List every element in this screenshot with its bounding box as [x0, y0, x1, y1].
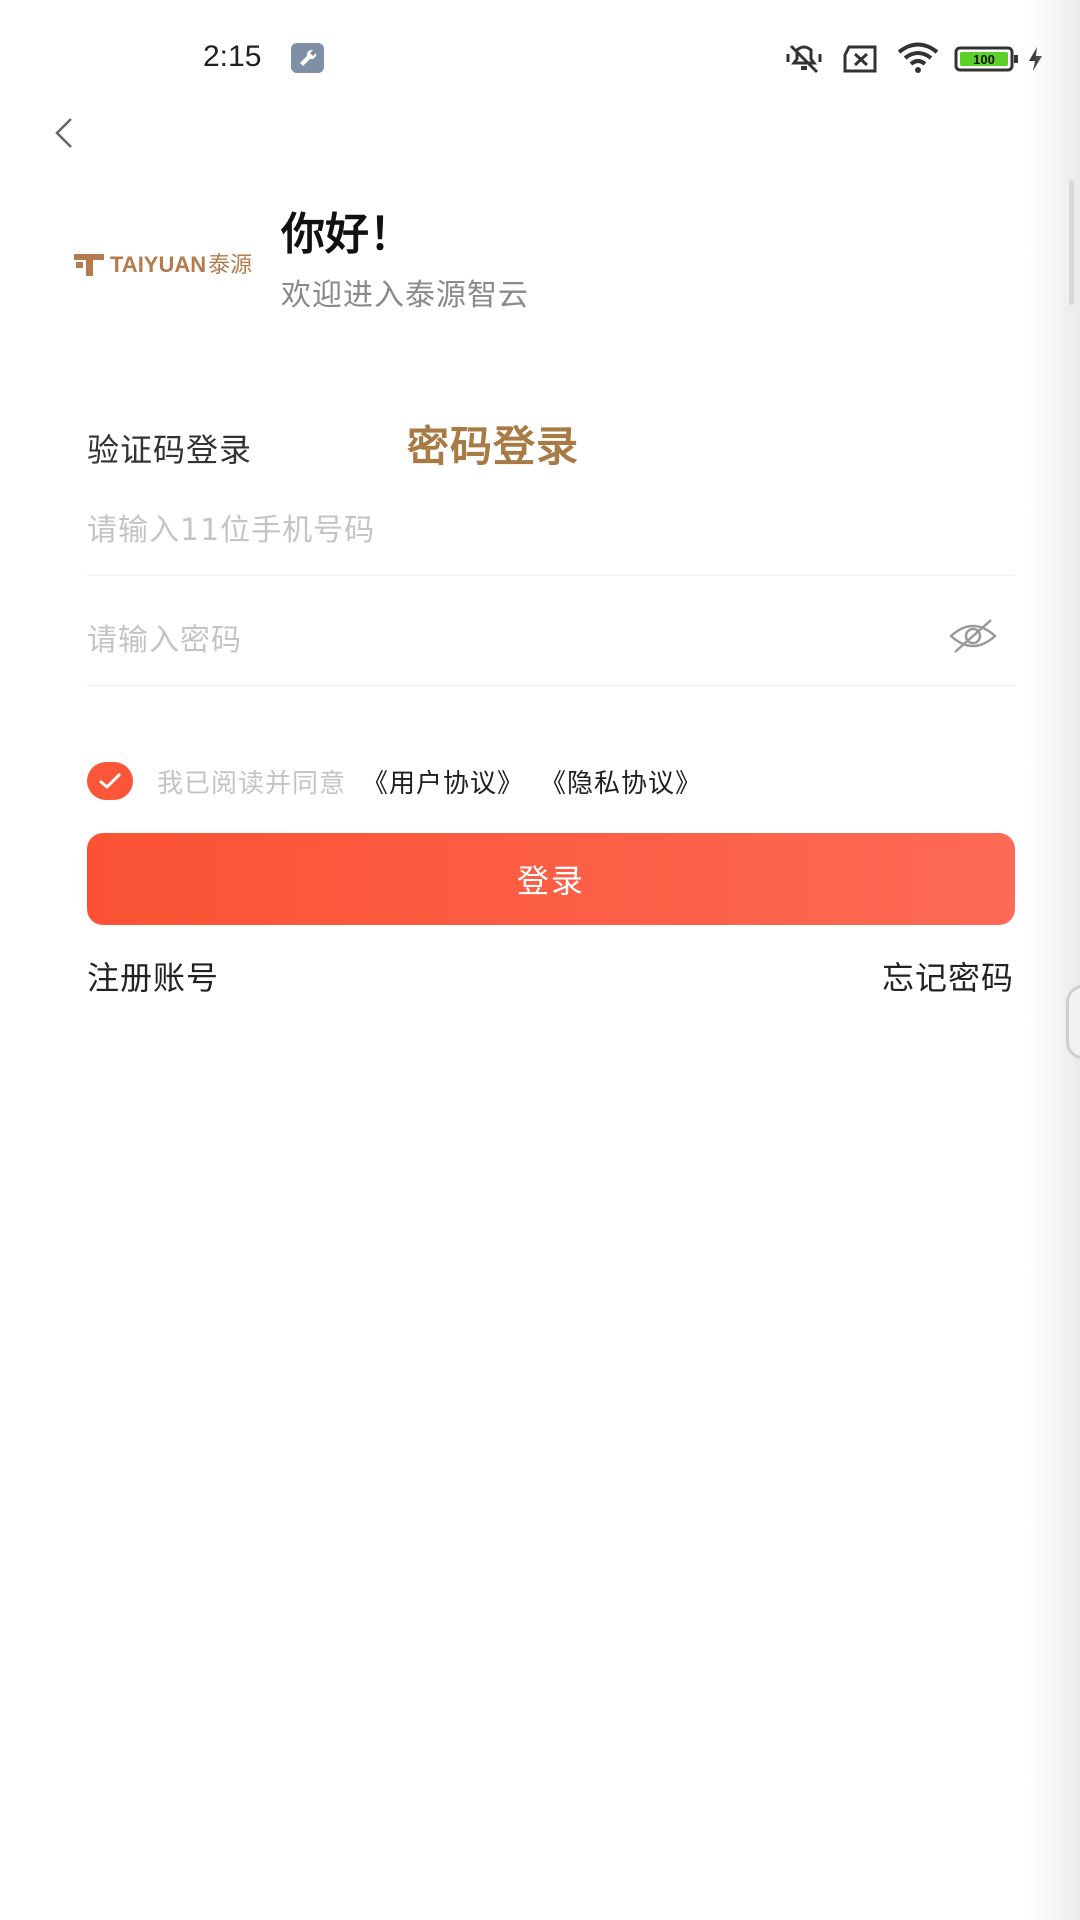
mute-icon	[786, 44, 822, 74]
scrollbar[interactable]	[1069, 180, 1074, 305]
register-link[interactable]: 注册账号	[87, 956, 219, 1000]
brand-name: TAIYUAN泰源	[110, 252, 252, 278]
no-sim-icon	[843, 45, 877, 73]
status-icons: 100	[780, 40, 1050, 76]
phone-field	[87, 500, 1015, 576]
login-button[interactable]: 登录	[87, 833, 1015, 925]
side-gesture-handle[interactable]	[1066, 985, 1080, 1059]
chevron-left-icon	[55, 118, 72, 148]
eye-off-icon	[949, 619, 997, 653]
password-input[interactable]	[87, 610, 907, 670]
battery-level: 100	[973, 52, 995, 67]
brand-name-cn: 泰源	[208, 252, 253, 277]
page-title: 你好！	[281, 209, 413, 260]
status-time: 2:15	[203, 40, 262, 73]
tab-sms-login[interactable]: 验证码登录	[87, 428, 252, 472]
agreement-checkbox[interactable]	[87, 762, 133, 800]
battery-icon: 100	[954, 46, 1018, 72]
forgot-password-link[interactable]: 忘记密码	[882, 956, 1014, 1000]
password-field	[87, 600, 1015, 686]
wrench-icon	[291, 43, 324, 73]
wifi-icon	[897, 42, 939, 73]
checkmark-icon	[99, 772, 122, 790]
brand-name-latin: TAIYUAN	[110, 252, 207, 277]
charging-icon	[1029, 47, 1042, 71]
login-screen: 2:15 100 TAIYUAN泰源 你好！ 欢迎进入泰源智云 验证码登录 密码…	[0, 0, 1080, 1920]
page-subtitle: 欢迎进入泰源智云	[281, 278, 529, 313]
status-bar: 2:15 100	[0, 0, 1080, 110]
password-visibility-toggle[interactable]	[945, 608, 1001, 664]
agreement-row: 我已阅读并同意 《用户协议》 《隐私协议》	[87, 760, 718, 802]
agreement-text: 我已阅读并同意	[157, 768, 347, 799]
privacy-agreement-link[interactable]: 《隐私协议》	[540, 763, 702, 800]
login-tabs: 验证码登录 密码登录	[87, 418, 1007, 478]
brand-mark-icon	[74, 252, 106, 278]
tab-password-login[interactable]: 密码登录	[407, 418, 579, 476]
phone-input[interactable]	[87, 500, 907, 560]
back-button[interactable]	[40, 108, 90, 158]
user-agreement-link[interactable]: 《用户协议》	[362, 763, 524, 800]
brand-logo: TAIYUAN泰源	[74, 250, 254, 280]
